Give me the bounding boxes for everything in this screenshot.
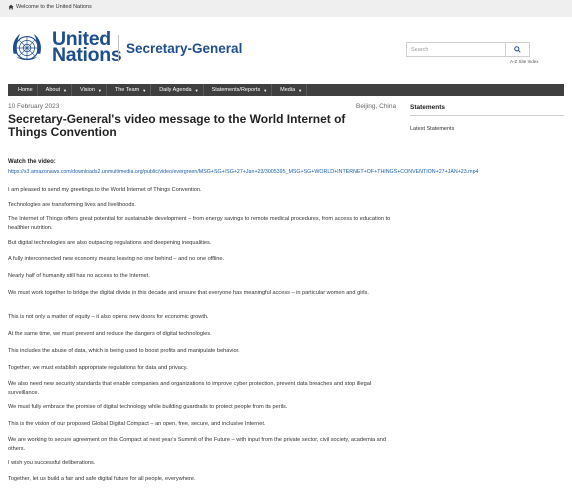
org-name-line2: Nations	[52, 44, 122, 66]
article-paragraph: This is the vision of our proposed Globa…	[8, 421, 266, 427]
nav-item-label: Statements/Reports	[211, 87, 261, 93]
org-name[interactable]: United Nations	[52, 29, 122, 66]
nav-item-daily-agenda[interactable]: Daily Agenda ▼	[155, 84, 204, 96]
un-emblem-icon[interactable]	[8, 29, 46, 67]
caret-down-icon: ▼	[142, 87, 147, 93]
nav-item-label: Daily Agenda	[159, 87, 192, 93]
caret-down-icon: ▼	[298, 87, 303, 93]
article-paragraph: We must fully embrace the promise of dig…	[8, 404, 288, 410]
nav-item-statements-reports[interactable]: Statements/Reports ▼	[208, 84, 273, 96]
article-paragraph: I wish you successful deliberations.	[8, 460, 96, 466]
nav-item-label: About	[45, 87, 61, 93]
home-icon	[8, 4, 14, 10]
article-paragraph: We also need new security standards that…	[8, 381, 372, 396]
article-paragraph: We are working to secure agreement on th…	[8, 437, 386, 452]
article-paragraph: At the same time, we must prevent and re…	[8, 331, 212, 337]
article-paragraph: Together, let us build a fair and safe d…	[8, 476, 196, 482]
caret-down-icon: ▼	[63, 87, 68, 93]
nav-item-label: Home	[18, 87, 33, 93]
article-paragraph: Nearly half of humanity still has no acc…	[8, 273, 150, 279]
nav-item-label: The Team	[114, 87, 140, 93]
article-paragraph: The Internet of Things offers great pote…	[8, 216, 391, 231]
nav-item-media[interactable]: Media ▼	[276, 84, 308, 96]
article-paragraph: But digital technologies are also outpac…	[8, 240, 212, 246]
nav-item-label: Media	[280, 87, 296, 93]
nav-item-vision[interactable]: Vision ▼	[76, 84, 107, 96]
caret-down-icon: ▼	[97, 87, 102, 93]
nav-item-home[interactable]: Home	[14, 84, 38, 96]
latest-statements-link[interactable]: Latest Statements	[410, 126, 454, 132]
watch-video-label: Watch the video:	[8, 159, 56, 165]
article-paragraph: We must work together to bridge the digi…	[8, 290, 369, 296]
article-date: 10 February 2023	[8, 103, 60, 110]
article-paragraph: A fully interconnected new economy means…	[8, 256, 225, 262]
nav-item-the-team[interactable]: The Team ▼	[111, 84, 152, 96]
section-title[interactable]: Secretary-General	[126, 41, 242, 56]
search-input[interactable]: Search	[406, 42, 506, 57]
article-paragraph: Together, we must establish appropriate …	[8, 365, 188, 371]
main-nav: Home About ▼ Vision ▼ The Team ▼ Daily Agenda ▼ S…	[8, 84, 564, 96]
welcome-text: Welcome to the United Nations	[16, 4, 92, 10]
article-paragraph: This includes the abuse of data, which i…	[8, 348, 240, 354]
sidebar-heading: Statements	[410, 104, 446, 111]
caret-down-icon: ▼	[194, 87, 199, 93]
search-button[interactable]	[506, 42, 530, 57]
sidebar-divider	[410, 115, 564, 116]
nav-item-label: Vision	[80, 87, 95, 93]
az-index-link[interactable]: A-Z Site Index	[510, 59, 539, 64]
video-link[interactable]: https://s3.amazonaws.com/downloads2.unmu…	[8, 169, 568, 175]
article-location: Beijing, China	[356, 103, 397, 110]
search-icon	[514, 46, 521, 53]
caret-down-icon: ▼	[263, 87, 268, 93]
nav-item-about[interactable]: About ▼	[42, 84, 73, 96]
header-divider	[118, 35, 119, 62]
article-paragraph: This is not only a matter of equity – it…	[8, 314, 209, 320]
top-bar: Welcome to the United Nations	[0, 0, 572, 17]
welcome-link[interactable]: Welcome to the United Nations	[8, 4, 92, 10]
page-title: Secretary-General's video message to the…	[8, 112, 346, 139]
article-paragraph: I am pleased to send my greetings to the…	[8, 187, 202, 193]
article-paragraph: Technologies are transforming lives and …	[8, 202, 136, 208]
